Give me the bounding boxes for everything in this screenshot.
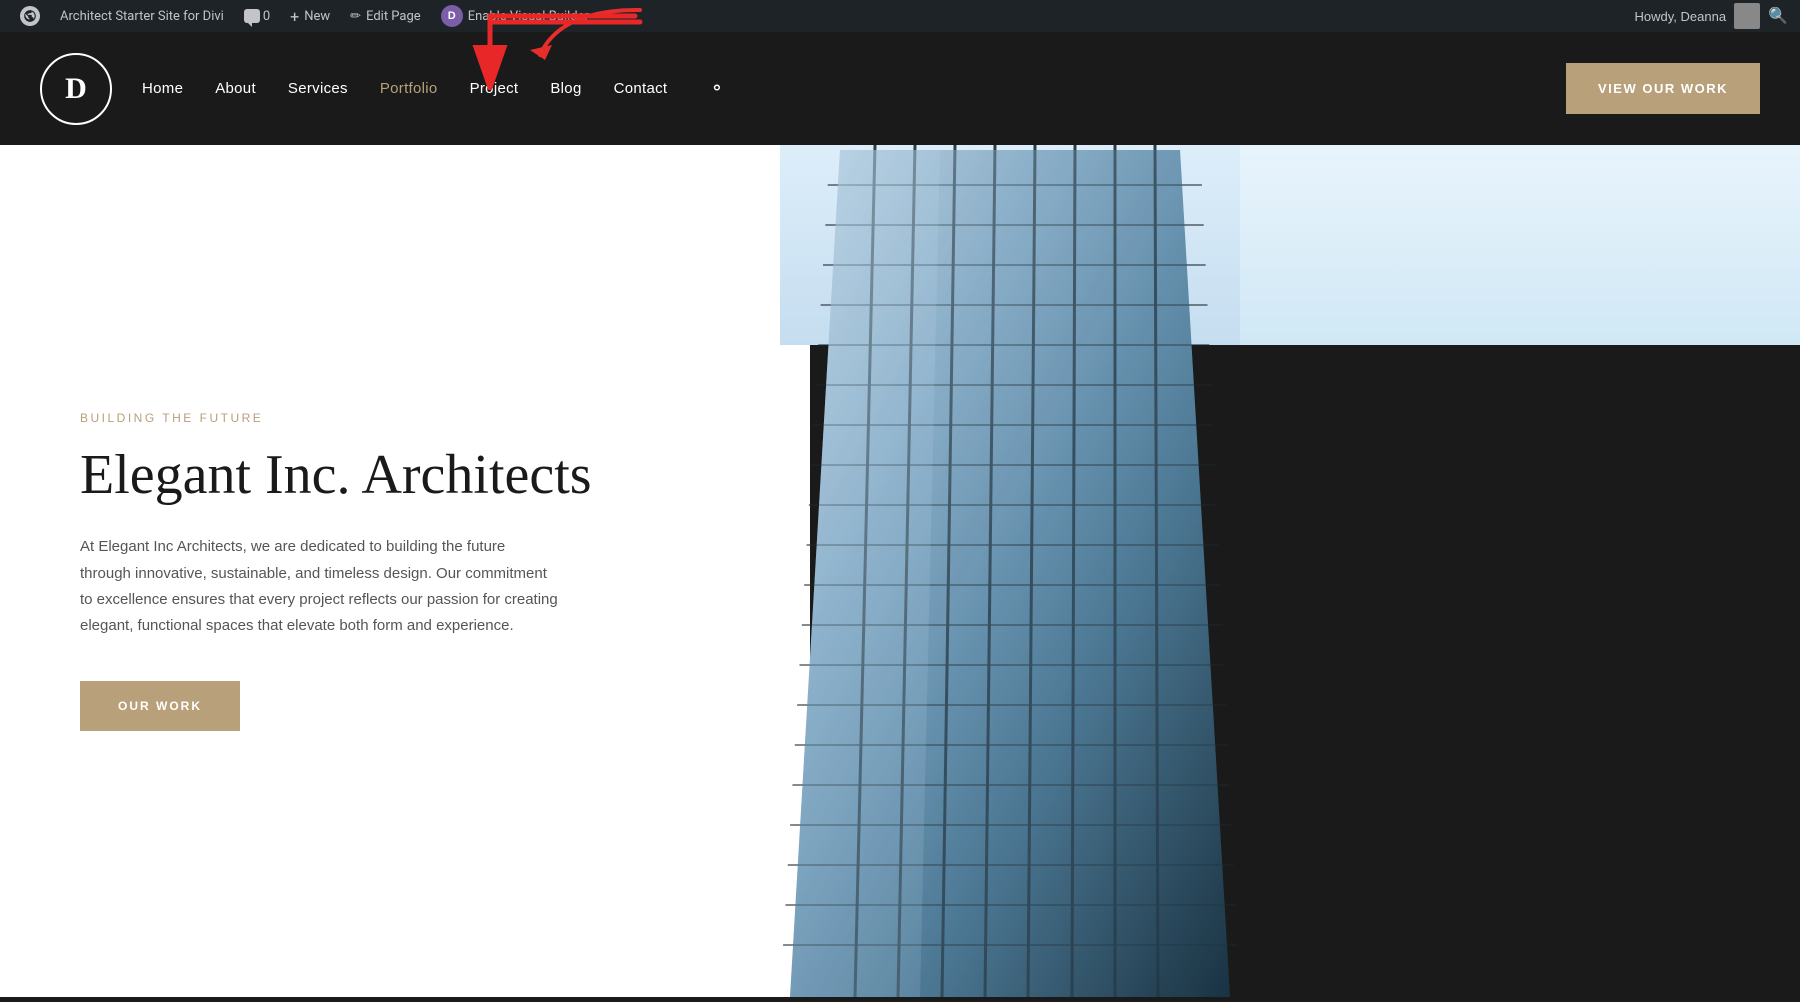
building-svg	[780, 145, 1240, 997]
main-nav: Home About Services Portfolio Project Bl…	[142, 78, 725, 99]
comment-icon-wrap: 0	[244, 9, 270, 24]
hero-left-panel: BUILDING THE FUTURE Elegant Inc. Archite…	[0, 145, 810, 997]
edit-page-button[interactable]: ✏ Edit Page	[342, 0, 429, 32]
admin-bar-left: Architect Starter Site for Divi 0 + New …	[12, 0, 597, 32]
divi-letter: D	[448, 10, 456, 22]
hero-title: Elegant Inc. Architects	[80, 445, 592, 507]
comments-button[interactable]: 0	[236, 0, 278, 32]
view-work-button[interactable]: VIEW OUR WORK	[1566, 63, 1760, 114]
site-name-button[interactable]: Architect Starter Site for Divi	[52, 0, 232, 32]
hero-eyebrow: BUILDING THE FUTURE	[80, 411, 592, 425]
building-container	[780, 145, 1240, 997]
nav-search-icon[interactable]: ⚬	[709, 78, 724, 99]
wordpress-icon	[20, 6, 40, 26]
enable-visual-builder-button[interactable]: D Enable Visual Builder	[433, 0, 597, 32]
site-name-label: Architect Starter Site for Divi	[60, 9, 224, 24]
site-header: D Home About Services Portfolio Project …	[0, 32, 1800, 145]
hero-content: BUILDING THE FUTURE Elegant Inc. Archite…	[80, 411, 592, 732]
howdy-text: Howdy, Deanna	[1635, 9, 1727, 24]
nav-home[interactable]: Home	[142, 80, 183, 97]
admin-bar: Architect Starter Site for Divi 0 + New …	[0, 0, 1800, 32]
admin-bar-right: Howdy, Deanna 🔍	[1635, 3, 1788, 29]
our-work-button[interactable]: OUR WORK	[80, 681, 240, 731]
nav-portfolio[interactable]: Portfolio	[380, 80, 438, 97]
view-work-label: VIEW OUR WORK	[1598, 81, 1728, 96]
new-button[interactable]: + New	[282, 0, 338, 32]
pencil-icon: ✏	[350, 9, 361, 24]
hero-right-panel	[810, 145, 1800, 997]
user-avatar[interactable]	[1734, 3, 1760, 29]
new-label: New	[304, 9, 330, 24]
wp-logo-button[interactable]	[12, 0, 48, 32]
site-logo[interactable]: D	[40, 53, 112, 125]
logo-letter: D	[65, 72, 87, 106]
main-content: BUILDING THE FUTURE Elegant Inc. Archite…	[0, 145, 1800, 997]
enable-vb-label: Enable Visual Builder	[468, 9, 589, 24]
nav-contact[interactable]: Contact	[614, 80, 668, 97]
comments-count: 0	[263, 9, 270, 24]
hero-description: At Elegant Inc Architects, we are dedica…	[80, 534, 560, 639]
header-left: D Home About Services Portfolio Project …	[40, 53, 725, 125]
comment-bubble-icon	[244, 9, 260, 23]
nav-about[interactable]: About	[215, 80, 256, 97]
edit-page-label: Edit Page	[366, 9, 421, 24]
nav-blog[interactable]: Blog	[550, 80, 581, 97]
nav-project[interactable]: Project	[470, 80, 519, 97]
divi-badge-icon: D	[441, 5, 463, 27]
plus-icon: +	[290, 7, 299, 26]
nav-services[interactable]: Services	[288, 80, 348, 97]
admin-search-icon[interactable]: 🔍	[1768, 6, 1788, 26]
our-work-label: OUR WORK	[118, 699, 202, 713]
